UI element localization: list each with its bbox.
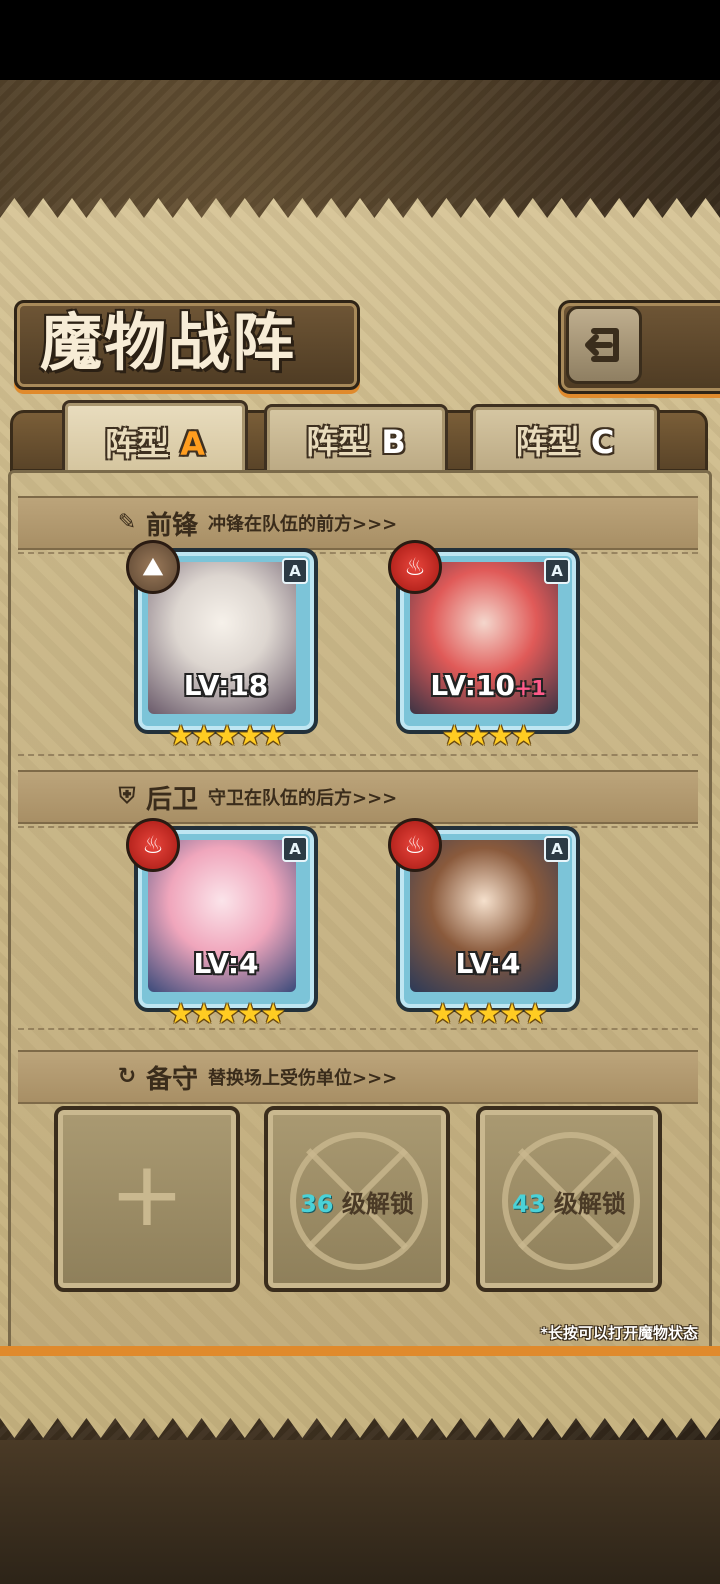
section-title: ↻ 备守 替换场上受伤单位>>>	[114, 1059, 397, 1096]
grade-badge: A	[544, 836, 570, 862]
section-front: ✎ 前锋 冲锋在队伍的前方>>>	[18, 496, 698, 550]
sword-icon: ✎	[117, 510, 137, 535]
plus-icon: +	[109, 1142, 185, 1247]
panel-bottom-trim	[0, 1346, 720, 1356]
level-label: LV:4	[455, 947, 521, 980]
shield-icon: ⛨	[118, 784, 136, 809]
reserve-slot-locked[interactable]: 43 级解锁	[476, 1106, 662, 1292]
star-rating: ★★★★★	[430, 997, 548, 1030]
unit-card[interactable]: ♨ A LV:10+1 ★★★★	[388, 540, 580, 752]
back-slot-row	[18, 826, 698, 1030]
grade-badge: A	[544, 558, 570, 584]
front-slot-row	[18, 552, 698, 756]
tab-label: 阵型 B	[306, 423, 406, 461]
star-rating: ★★★★	[441, 719, 536, 752]
star-rating: ★★★★★	[168, 997, 286, 1030]
level-label: LV:10+1	[430, 669, 546, 702]
level-label: LV:18	[183, 669, 269, 702]
section-desc: 守卫在队伍的后方>>>	[208, 788, 398, 809]
unit-card[interactable]: ♨ A LV:4 ★★★★★	[388, 818, 580, 1030]
tab-formation-c[interactable]: 阵型 C	[470, 404, 660, 476]
section-desc: 替换场上受伤单位>>>	[208, 1068, 398, 1089]
page-title: 魔物战阵	[40, 306, 297, 379]
tab-formation-b[interactable]: 阵型 B	[264, 404, 448, 476]
tab-label: 阵型 C	[515, 423, 615, 461]
map-background-bottom	[0, 1440, 720, 1584]
section-title: ✎ 前锋 冲锋在队伍的前方>>>	[114, 505, 397, 542]
fire-element-icon: ♨	[388, 818, 442, 872]
earth-element-icon: ⛰	[126, 540, 180, 594]
star-rating: ★★★★★	[168, 719, 286, 752]
level-label: LV:4	[193, 947, 259, 980]
grade-badge: A	[282, 836, 308, 862]
tab-label: 阵型 A	[105, 425, 205, 463]
section-back: ⛨ 后卫 守卫在队伍的后方>>>	[18, 770, 698, 824]
long-press-hint: *长按可以打开魔物状态	[540, 1324, 698, 1342]
unlock-level-label: 36 级解锁	[300, 1190, 414, 1218]
section-reserve: ↻ 备守 替换场上受伤单位>>>	[18, 1050, 698, 1104]
swap-icon: ↻	[117, 1064, 137, 1089]
unit-card[interactable]: ⛰ A LV:18 ★★★★★	[126, 540, 318, 752]
grade-badge: A	[282, 558, 308, 584]
section-title: ⛨ 后卫 守卫在队伍的后方>>>	[114, 779, 398, 816]
back-button[interactable]	[566, 306, 642, 384]
reserve-slot-add[interactable]: +	[54, 1106, 240, 1292]
unlock-level-label: 43 级解锁	[512, 1190, 626, 1218]
fire-element-icon: ♨	[388, 540, 442, 594]
reserve-slot-locked[interactable]: 36 级解锁	[264, 1106, 450, 1292]
fire-element-icon: ♨	[126, 818, 180, 872]
status-bar	[0, 0, 720, 80]
unit-card[interactable]: ♨ A LV:4 ★★★★★	[126, 818, 318, 1030]
return-icon	[585, 328, 619, 362]
section-desc: 冲锋在队伍的前方>>>	[208, 514, 398, 535]
